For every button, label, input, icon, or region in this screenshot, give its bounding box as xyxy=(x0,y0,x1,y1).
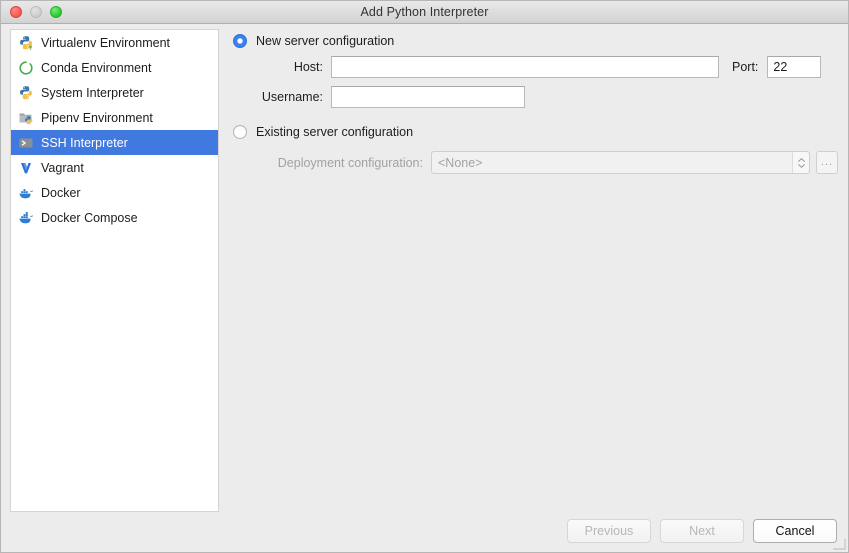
dialog-content: v Virtualenv Environment Conda Environme… xyxy=(1,24,848,552)
sidebar-item-label: System Interpreter xyxy=(41,85,144,100)
title-bar: Add Python Interpreter xyxy=(1,1,848,24)
sidebar-item-label: Docker xyxy=(41,185,81,200)
username-input[interactable] xyxy=(331,86,525,108)
deployment-configuration-value: <None> xyxy=(438,155,483,170)
sidebar-item-label: Virtualenv Environment xyxy=(41,35,171,50)
window-controls xyxy=(10,1,62,23)
sidebar-item-system-interpreter[interactable]: System Interpreter xyxy=(11,80,218,105)
host-row: Host: Port: 22 xyxy=(233,56,845,78)
window-title: Add Python Interpreter xyxy=(360,5,489,19)
close-button[interactable] xyxy=(10,6,22,18)
configuration-pane: New server configuration Host: Port: 22 … xyxy=(225,24,848,552)
deployment-configuration-label: Deployment configuration: xyxy=(277,155,423,170)
new-server-configuration-radio[interactable]: New server configuration xyxy=(233,34,394,48)
sidebar-item-docker[interactable]: Docker xyxy=(11,180,218,205)
maximize-button[interactable] xyxy=(50,6,62,18)
sidebar-item-label: SSH Interpreter xyxy=(41,135,128,150)
existing-server-configuration-label: Existing server configuration xyxy=(256,125,414,139)
docker-icon xyxy=(18,185,34,201)
sidebar-item-docker-compose[interactable]: Docker Compose xyxy=(11,205,218,230)
host-label: Host: xyxy=(293,60,323,74)
sidebar-item-pipenv-environment[interactable]: Pipenv Environment xyxy=(11,105,218,130)
chevron-down-icon xyxy=(797,163,805,168)
radio-indicator-new-server[interactable] xyxy=(233,34,247,48)
sidebar-item-vagrant[interactable]: Vagrant xyxy=(11,155,218,180)
python-virtualenv-icon: v xyxy=(18,35,34,51)
host-input[interactable] xyxy=(331,56,719,78)
new-server-configuration-label: New server configuration xyxy=(256,34,395,48)
port-label: Port: xyxy=(732,60,759,74)
cancel-button[interactable]: Cancel xyxy=(753,519,837,543)
docker-compose-icon xyxy=(18,210,34,226)
sidebar-item-ssh-interpreter[interactable]: SSH Interpreter xyxy=(11,130,218,155)
conda-icon xyxy=(18,60,34,76)
port-input[interactable]: 22 xyxy=(767,56,822,78)
ssh-terminal-icon xyxy=(18,135,34,151)
sidebar-item-label: Pipenv Environment xyxy=(41,110,153,125)
deployment-configuration-row: Deployment configuration: <None> ... xyxy=(233,151,838,174)
stepper-control[interactable] xyxy=(792,152,809,173)
pipenv-folder-icon xyxy=(18,110,34,126)
deployment-browse-button[interactable]: ... xyxy=(816,151,838,174)
python-icon xyxy=(18,85,34,101)
minimize-button[interactable] xyxy=(30,6,42,18)
deployment-configuration-combobox[interactable]: <None> xyxy=(431,151,810,174)
add-python-interpreter-dialog: Add Python Interpreter v Virtualenv Envi… xyxy=(0,0,849,553)
previous-button[interactable]: Previous xyxy=(567,519,651,543)
sidebar-item-conda-environment[interactable]: Conda Environment xyxy=(11,55,218,80)
resize-grip-icon[interactable] xyxy=(833,537,846,550)
sidebar-item-label: Conda Environment xyxy=(41,60,152,75)
sidebar-item-label: Vagrant xyxy=(41,160,84,175)
vagrant-icon xyxy=(18,160,34,176)
sidebar-item-label: Docker Compose xyxy=(41,210,138,225)
radio-indicator-existing-server[interactable] xyxy=(233,125,247,139)
next-button[interactable]: Next xyxy=(660,519,744,543)
existing-server-configuration-radio[interactable]: Existing server configuration xyxy=(233,125,413,139)
username-row: Username: xyxy=(233,86,525,108)
username-label: Username: xyxy=(261,90,323,104)
interpreter-type-list[interactable]: v Virtualenv Environment Conda Environme… xyxy=(10,29,219,512)
chevron-up-icon xyxy=(797,157,805,162)
dialog-buttons: Previous Next Cancel xyxy=(567,519,837,543)
sidebar-item-virtualenv-environment[interactable]: v Virtualenv Environment xyxy=(11,30,218,55)
